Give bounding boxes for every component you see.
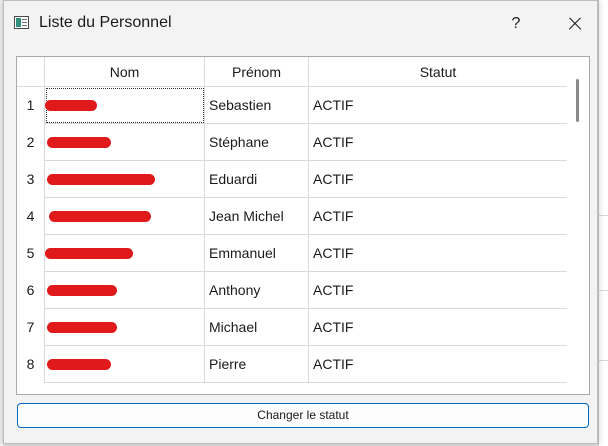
cell-prenom[interactable]: Stéphane xyxy=(205,124,309,161)
cell-nom[interactable] xyxy=(45,235,205,272)
app-window-icon xyxy=(14,16,29,29)
background-divider xyxy=(598,360,608,361)
table-row[interactable]: 7 Michael ACTIF xyxy=(17,309,567,346)
redaction-mark xyxy=(47,359,111,370)
scrollbar-thumb[interactable] xyxy=(576,79,579,122)
cell-statut[interactable]: ACTIF xyxy=(309,272,567,309)
table-row[interactable]: 1 Sebastien ACTIF xyxy=(17,87,567,124)
column-header-prenom[interactable]: Prénom xyxy=(205,57,309,87)
cell-prenom[interactable]: Emmanuel xyxy=(205,235,309,272)
cell-prenom[interactable]: Jean Michel xyxy=(205,198,309,235)
personnel-dialog: Liste du Personnel ? Nom Prénom Statut 1… xyxy=(3,0,598,444)
cell-statut[interactable]: ACTIF xyxy=(309,235,567,272)
cell-nom[interactable] xyxy=(45,124,205,161)
table-row[interactable]: 6 Anthony ACTIF xyxy=(17,272,567,309)
cell-prenom[interactable]: Eduardi xyxy=(205,161,309,198)
table-row[interactable]: 3 Eduardi ACTIF xyxy=(17,161,567,198)
column-header-nom[interactable]: Nom xyxy=(45,57,205,87)
cell-nom[interactable] xyxy=(45,346,205,383)
table-corner-button[interactable] xyxy=(17,57,45,87)
row-header[interactable]: 5 xyxy=(17,235,45,272)
table-row[interactable]: 8 Pierre ACTIF xyxy=(17,346,567,383)
redaction-mark xyxy=(45,248,133,259)
cell-statut[interactable]: ACTIF xyxy=(309,198,567,235)
cell-prenom[interactable]: Michael xyxy=(205,309,309,346)
redaction-mark xyxy=(47,322,117,333)
close-icon[interactable] xyxy=(554,9,594,39)
column-header-statut[interactable]: Statut xyxy=(309,57,567,87)
background-divider xyxy=(598,290,608,291)
cell-nom[interactable] xyxy=(45,198,205,235)
help-button[interactable]: ? xyxy=(496,9,536,39)
row-header[interactable]: 8 xyxy=(17,346,45,383)
background-app-right-edge xyxy=(598,0,608,446)
window-title: Liste du Personnel xyxy=(39,14,172,31)
redaction-mark xyxy=(47,285,117,296)
cell-statut[interactable]: ACTIF xyxy=(309,161,567,198)
table-row[interactable]: 2 Stéphane ACTIF xyxy=(17,124,567,161)
cell-nom[interactable] xyxy=(45,87,205,124)
table-row[interactable]: 5 Emmanuel ACTIF xyxy=(17,235,567,272)
title-bar[interactable]: Liste du Personnel ? xyxy=(4,1,597,47)
cell-statut[interactable]: ACTIF xyxy=(309,124,567,161)
row-header[interactable]: 7 xyxy=(17,309,45,346)
cell-nom[interactable] xyxy=(45,272,205,309)
change-status-button[interactable]: Changer le statut xyxy=(17,403,589,428)
cell-prenom[interactable]: Anthony xyxy=(205,272,309,309)
cell-statut[interactable]: ACTIF xyxy=(309,87,567,124)
row-header[interactable]: 3 xyxy=(17,161,45,198)
row-header[interactable]: 4 xyxy=(17,198,45,235)
cell-prenom[interactable]: Pierre xyxy=(205,346,309,383)
row-header[interactable]: 1 xyxy=(17,87,45,124)
row-header[interactable]: 2 xyxy=(17,124,45,161)
vertical-scrollbar[interactable] xyxy=(567,57,589,394)
background-divider xyxy=(598,215,608,216)
table-row[interactable]: 4 Jean Michel ACTIF xyxy=(17,198,567,235)
cell-statut[interactable]: ACTIF xyxy=(309,309,567,346)
redaction-mark xyxy=(47,174,155,185)
redaction-mark xyxy=(49,211,151,222)
redaction-mark xyxy=(47,137,111,148)
personnel-table[interactable]: Nom Prénom Statut 1 Sebastien ACTIF 2 Stépha… xyxy=(16,56,590,395)
cell-nom[interactable] xyxy=(45,309,205,346)
redaction-mark xyxy=(45,100,97,111)
cell-statut[interactable]: ACTIF xyxy=(309,346,567,383)
cell-nom[interactable] xyxy=(45,161,205,198)
cell-prenom[interactable]: Sebastien xyxy=(205,87,309,124)
row-header[interactable]: 6 xyxy=(17,272,45,309)
